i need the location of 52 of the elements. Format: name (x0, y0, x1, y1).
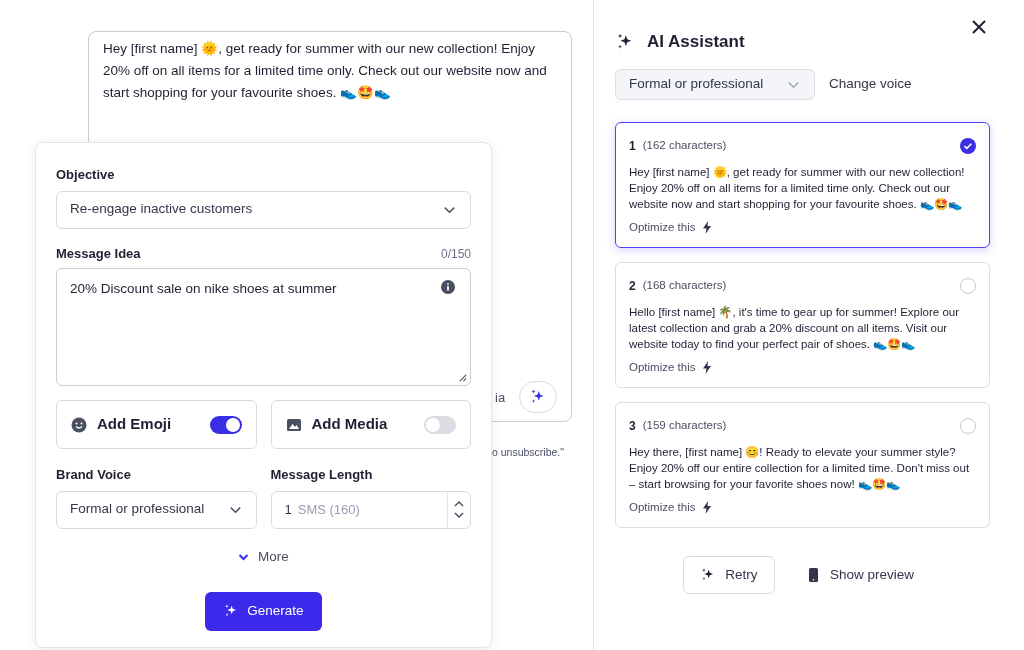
length-unit: SMS (160) (297, 500, 361, 519)
suggestion-text: Hey there, [first name] 😊! Ready to elevate your summer style? Enjoy 20% off our entire collection for a limited time. Don't miss out – start browsing for your favorite shoes now! 👟🤩👟 (629, 445, 971, 492)
lightning-icon (702, 221, 713, 235)
lightning-icon (702, 361, 713, 375)
optimize-link[interactable]: Optimize this (629, 219, 713, 237)
message-text: Hey [first name] 🌞, get ready for summer with our new collection! Enjoy 20% off on all items for a limited time only. Check out our website now and start shopping for your favourite shoes. 👟🤩👟 (102, 39, 548, 102)
resize-handle-icon[interactable] (458, 373, 467, 382)
character-counter: 0/150 (440, 245, 471, 263)
ai-sparkle-button[interactable] (519, 381, 557, 413)
panel-title: AI Assistant (647, 31, 745, 54)
character-count: (168 characters) (642, 278, 728, 294)
decrement-icon[interactable] (454, 511, 464, 519)
character-count: (162 characters) (642, 138, 728, 154)
optimize-link[interactable]: Optimize this (629, 499, 713, 517)
smiley-icon (71, 416, 87, 433)
suggestion-card[interactable] (615, 122, 990, 248)
close-icon[interactable] (972, 20, 986, 34)
message-length-label: Message Length (270, 466, 374, 484)
media-label: ia (495, 389, 506, 407)
length-value: 1 (284, 500, 292, 519)
message-idea-label: Message Idea (56, 244, 141, 263)
image-icon (285, 416, 302, 433)
brand-voice-label: Brand Voice (56, 466, 132, 484)
suggestion-text: Hello [first name] 🌴, it's time to gear up for summer! Explore our latest collection and grab a 20% discount on all items. Visit our website today to find your perfect pair of shoes. 👟🤩👟 (629, 305, 960, 352)
increment-icon[interactable] (454, 500, 464, 508)
character-count: (159 characters) (642, 418, 728, 434)
option-number: 1 (629, 138, 636, 155)
toggle-switch[interactable] (424, 415, 456, 434)
option-number: 2 (629, 278, 636, 295)
generate-button[interactable]: Generate (205, 591, 322, 631)
check-radio-icon[interactable] (960, 138, 976, 154)
message-idea-field[interactable]: 20% Discount sale on nike shoes at summer (56, 268, 471, 386)
phone-icon (808, 568, 818, 582)
show-preview-button[interactable]: Show preview (808, 564, 914, 586)
optimize-link[interactable]: Optimize this (629, 359, 713, 377)
brand-voice-dropdown[interactable]: Formal or professional (56, 490, 257, 529)
retry-button[interactable]: Retry (682, 556, 775, 594)
message-length-stepper[interactable]: 1 SMS (160) (270, 490, 471, 529)
change-voice-button[interactable]: Change voice (829, 74, 912, 95)
suggestion-text: Hey [first name] 🌞, get ready for summer with our new collection! Enjoy 20% off on all items for a limited time only. Check out our website now and start shopping for your favourite shoes. 👟🤩👟 (629, 164, 966, 212)
objective-dropdown[interactable]: Re-engage inactive customers (56, 190, 471, 229)
lightning-icon (702, 501, 713, 515)
objective-label: Objective (56, 166, 116, 184)
voice-dropdown[interactable]: Formal or professional (615, 69, 815, 100)
info-icon (441, 280, 455, 294)
option-number: 3 (629, 418, 636, 435)
unsubscribe-text: o unsubscribe." (492, 445, 565, 460)
toggle-label: Add Media (311, 414, 389, 435)
toggle-switch[interactable] (209, 415, 242, 434)
more-button[interactable]: More (238, 546, 289, 567)
toggle-label: Add Emoji (97, 414, 173, 435)
chevron-down-icon (238, 552, 250, 561)
